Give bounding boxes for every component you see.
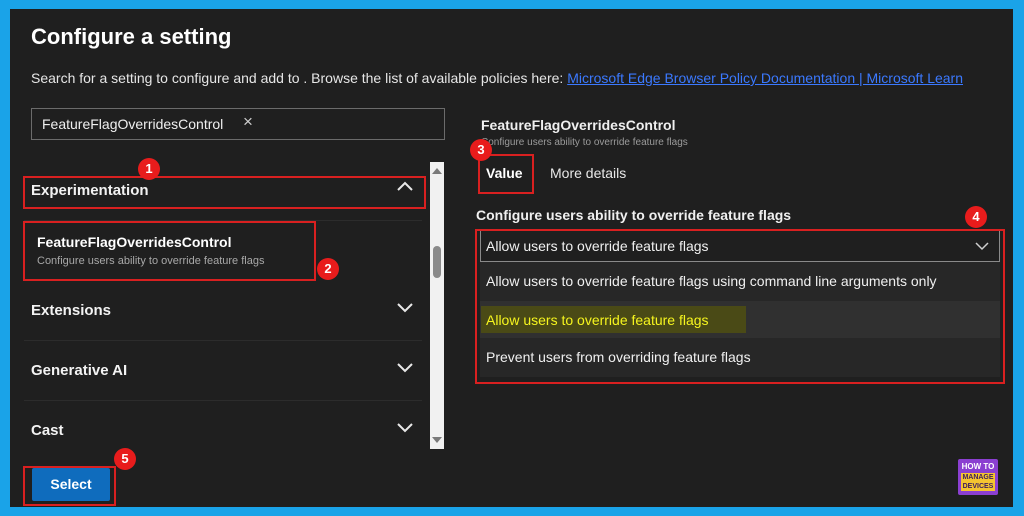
tab-more-details[interactable]: More details: [550, 165, 626, 181]
category-generative-ai[interactable]: Generative AI: [24, 342, 422, 401]
clear-icon[interactable]: ×: [243, 112, 253, 132]
chevron-down-icon[interactable]: [396, 298, 414, 316]
configure-setting-panel: Configure a setting Search for a setting…: [10, 9, 1013, 507]
policy-documentation-link[interactable]: Microsoft Edge Browser Policy Documentat…: [567, 70, 963, 86]
details-setting-name: FeatureFlagOverridesControl: [481, 117, 676, 133]
annotation-badge-2: 2: [317, 258, 339, 280]
category-cast[interactable]: Cast: [24, 402, 422, 460]
search-input[interactable]: FeatureFlagOverridesControl ×: [31, 108, 445, 140]
annotation-badge-5: 5: [114, 448, 136, 470]
scrollbar[interactable]: [430, 162, 444, 449]
category-extensions[interactable]: Extensions: [24, 282, 422, 341]
category-label: Extensions: [31, 302, 112, 319]
description-text: Search for a setting to configure and ad…: [31, 70, 564, 86]
scroll-down-icon[interactable]: [432, 437, 442, 443]
category-label: Generative AI: [31, 362, 128, 379]
scroll-up-icon[interactable]: [432, 168, 442, 174]
logo-text-top: HOW TO: [961, 462, 995, 471]
annotation-box-4: [475, 229, 1005, 384]
details-setting-description: Configure users ability to override feat…: [481, 137, 688, 148]
annotation-box-5: [23, 466, 116, 506]
scrollbar-thumb[interactable]: [433, 246, 441, 278]
field-label: Configure users ability to override feat…: [476, 207, 792, 223]
annotation-box-2: [23, 221, 316, 281]
annotation-badge-1: 1: [138, 158, 160, 180]
page-title: Configure a setting: [31, 24, 232, 49]
search-value: FeatureFlagOverridesControl: [42, 116, 224, 132]
annotation-box-1: [23, 176, 426, 209]
brand-logo: HOW TO MANAGE DEVICES: [958, 459, 998, 495]
page-description: Search for a setting to configure and ad…: [31, 70, 963, 86]
annotation-box-3: [478, 154, 534, 194]
annotation-badge-4: 4: [965, 206, 987, 228]
annotation-badge-3: 3: [470, 139, 492, 161]
chevron-down-icon[interactable]: [396, 358, 414, 376]
category-label: Cast: [31, 422, 64, 439]
chevron-down-icon[interactable]: [396, 418, 414, 436]
logo-text-bottom: MANAGE DEVICES: [961, 473, 995, 491]
